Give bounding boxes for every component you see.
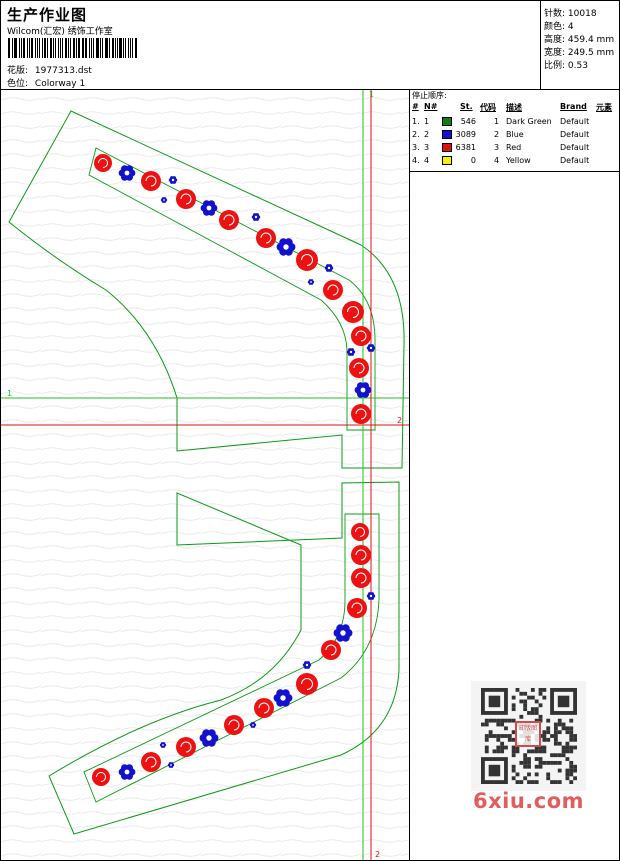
colorway-value: Colorway 1: [34, 79, 86, 89]
row-code: 4: [494, 156, 500, 165]
pattern-row: 花版: 1977313.dst: [7, 63, 92, 76]
stat-height: 高度: 459.4 mm: [544, 32, 614, 45]
guide-h2-label: 2: [397, 416, 402, 425]
stats-panel: 针数: 10018 颜色: 4 高度: 459.4 mm 宽度: 249.5 m…: [540, 1, 620, 89]
row-needle: 4: [424, 156, 430, 165]
red-swirl-motif: [176, 189, 196, 209]
pattern-value: 1977313.dst: [34, 66, 92, 76]
stop-sequence-panel: 停止顺序: # N# St. 代码 描述 Brand 元素 1. 1 546 1…: [409, 89, 620, 172]
sheet-subtitle: Wilcom(汇宏) 绣饰工作室: [7, 27, 113, 37]
red-swirl-motif: [349, 358, 369, 378]
stat-label: 宽度:: [544, 48, 566, 58]
stat-value: 10018: [567, 9, 597, 19]
row-brand: Default: [560, 130, 590, 139]
red-swirl-motif: [296, 249, 318, 271]
red-swirl-motif: [296, 673, 318, 695]
row-code: 2: [494, 130, 500, 139]
col-header-index: #: [412, 102, 419, 111]
pattern-label: 花版:: [7, 66, 29, 76]
colorway-row: 色位: Colorway 1: [7, 76, 85, 89]
red-swirl-motif: [141, 171, 161, 191]
row-brand: Default: [560, 117, 590, 126]
col-header-code: 代码: [480, 103, 496, 112]
stat-label: 比例:: [544, 61, 566, 71]
stat-label: 针数:: [544, 9, 566, 19]
red-swirl-motif: [321, 640, 341, 660]
stat-label: 颜色:: [544, 22, 566, 32]
red-swirl-motif: [92, 768, 110, 786]
color-swatch-blue: [442, 130, 452, 139]
guide-v1-label: 1: [369, 90, 374, 99]
red-swirl-motif: [141, 752, 161, 772]
row-description: Red: [506, 143, 522, 152]
red-swirl-motif: [342, 301, 364, 323]
stat-width: 宽度: 249.5 mm: [544, 45, 614, 58]
col-header-stitches: St.: [460, 102, 473, 111]
row-index: 4.: [412, 156, 420, 165]
red-swirl-motif: [351, 523, 369, 541]
red-swirl-motif: [176, 737, 196, 757]
stat-value: 0.53: [567, 61, 588, 71]
row-stitches: 6381: [455, 143, 476, 152]
stat-scale: 比例: 0.53: [544, 58, 588, 71]
stat-stitches: 针数: 10018: [544, 6, 597, 19]
stat-label: 高度:: [544, 35, 566, 45]
col-header-element: 元素: [596, 103, 612, 112]
row-index: 1.: [412, 117, 420, 126]
col-header-description: 描述: [506, 103, 522, 112]
right-column-divider: [409, 171, 410, 860]
row-stitches: 3089: [455, 130, 476, 139]
stat-value: 459.4 mm: [567, 35, 615, 45]
sheet-title: 生产作业图: [7, 6, 88, 24]
color-swatch-red: [442, 143, 452, 152]
stat-value: 4: [567, 22, 574, 32]
red-swirl-motif: [347, 598, 367, 618]
row-index: 2.: [412, 130, 420, 139]
red-swirl-motif: [254, 698, 274, 718]
row-index: 3.: [412, 143, 420, 152]
guide-h1-label: 1: [7, 389, 12, 398]
row-description: Blue: [506, 130, 524, 139]
row-needle: 1: [424, 117, 430, 126]
production-sheet: 生产作业图 Wilcom(汇宏) 绣饰工作室 花版: 1977313.dst 色…: [0, 0, 620, 861]
color-swatch-yellow: [442, 156, 452, 165]
row-needle: 3: [424, 143, 430, 152]
row-description: Yellow: [506, 156, 531, 165]
red-swirl-motif: [351, 404, 371, 424]
red-swirl-motif: [256, 228, 276, 248]
red-swirl-motif: [219, 210, 239, 230]
stat-colors: 颜色: 4: [544, 19, 574, 32]
sheet-header: 生产作业图 Wilcom(汇宏) 绣饰工作室 花版: 1977313.dst 色…: [1, 1, 619, 90]
col-header-needle: N#: [424, 102, 438, 111]
guide-v2-label: 2: [375, 850, 380, 859]
row-needle: 2: [424, 130, 430, 139]
site-watermark: 6xiu.com: [473, 789, 585, 813]
red-swirl-motif: [351, 568, 371, 588]
color-swatch-dark-green: [442, 117, 452, 126]
col-header-brand: Brand: [560, 102, 587, 111]
qr-stamp: 印版图库: [515, 721, 541, 747]
colorway-label: 色位:: [7, 79, 29, 89]
row-brand: Default: [560, 143, 590, 152]
qr-watermark: 印版图库: [471, 681, 586, 791]
red-swirl-motif: [351, 545, 371, 565]
red-swirl-motif: [323, 280, 343, 300]
row-stitches: 0: [470, 156, 476, 165]
row-code: 1: [494, 117, 500, 126]
stat-value: 249.5 mm: [567, 48, 615, 58]
red-swirl-motif: [94, 154, 112, 172]
row-description: Dark Green: [506, 117, 552, 126]
design-canvas: 1 2 1 2: [1, 90, 409, 860]
red-swirl-motif: [224, 715, 244, 735]
stop-sequence-title: 停止顺序:: [412, 91, 447, 100]
row-stitches: 546: [460, 117, 476, 126]
barcode: [8, 38, 138, 58]
red-swirl-motif: [351, 326, 371, 346]
row-brand: Default: [560, 156, 590, 165]
row-code: 3: [494, 143, 500, 152]
